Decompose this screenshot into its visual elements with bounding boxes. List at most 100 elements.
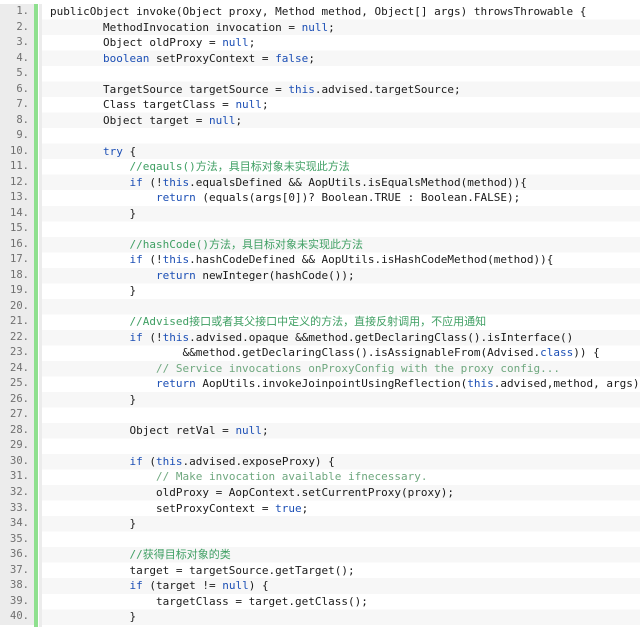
code-token: newInteger(hashCode());: [195, 268, 355, 282]
line-number: 6.: [16, 82, 29, 95]
line-number: 25.: [10, 377, 29, 390]
line-number: 2.: [16, 20, 29, 33]
code-line: Object target = null;: [50, 113, 640, 129]
code-scroll-area[interactable]: publicObject invoke(Object proxy, Method…: [42, 4, 640, 627]
keyword-token: null: [235, 423, 262, 437]
line-number: 12.: [10, 175, 29, 188]
line-number: 29.: [10, 439, 29, 452]
keyword-token: if: [129, 175, 143, 189]
code-token: setProxyContext =: [149, 51, 276, 65]
line-number: 31.: [10, 470, 29, 483]
line-number: 23.: [10, 346, 29, 359]
code-line: }: [50, 283, 640, 299]
code-line: publicObject invoke(Object proxy, Method…: [50, 4, 640, 20]
code-token: publicObject invoke(Object proxy, Method…: [50, 5, 587, 18]
keyword-token: try: [102, 144, 123, 158]
code-token: (!: [142, 330, 163, 344]
code-line: }: [50, 516, 640, 532]
code-token: MethodInvocation invocation =: [50, 20, 302, 34]
line-number: 15.: [10, 222, 29, 235]
code-line: boolean setProxyContext = false;: [50, 51, 640, 67]
line-number: 38.: [10, 579, 29, 592]
keyword-token: this: [155, 454, 183, 468]
code-line: return (equals(args[0])? Boolean.TRUE : …: [50, 190, 640, 206]
code-line: //hashCode()方法，具目标对象未实现此方法: [50, 237, 640, 253]
code-token: ;: [328, 20, 335, 34]
code-token: &&method.getDeclaringClass().isAssignabl…: [50, 346, 541, 360]
keyword-token: if: [129, 330, 143, 344]
code-token: .equalsDefined && AopUtils.isEqualsMetho…: [189, 175, 527, 189]
line-number: 37.: [10, 563, 29, 576]
comment-token: //hashCode()方法，具目标对象未实现此方法: [129, 237, 363, 251]
line-number: 4.: [16, 51, 29, 64]
code-token: Class targetClass =: [50, 98, 236, 112]
line-number: 39.: [10, 594, 29, 607]
code-token: .advised.exposeProxy) {: [182, 454, 335, 468]
comment-token: // Service invocations onProxyConfig wit…: [155, 361, 560, 375]
line-number: 14.: [10, 206, 29, 219]
code-line: }: [50, 609, 640, 625]
code-line: Object oldProxy = null;: [50, 35, 640, 51]
keyword-token: return: [155, 377, 196, 391]
code-token: }: [50, 284, 137, 298]
code-line: // Service invocations onProxyConfig wit…: [50, 361, 640, 377]
keyword-token: null: [208, 113, 236, 127]
code-token: }: [50, 206, 137, 220]
code-token: ;: [261, 98, 269, 112]
code-line: }: [50, 392, 640, 408]
keyword-token: null: [222, 579, 249, 593]
line-number: 17.: [10, 253, 29, 266]
code-token: ;: [261, 423, 269, 437]
code-token: Object target =: [50, 113, 209, 127]
line-number: 16.: [10, 237, 29, 250]
keyword-token: this: [288, 82, 315, 96]
line-number: 36.: [10, 548, 29, 561]
code-line: Object retVal = null;: [50, 423, 640, 439]
code-line: // Make invocation available ifnecessary…: [50, 469, 640, 485]
keyword-token: class: [540, 346, 574, 360]
keyword-token: if: [129, 579, 143, 593]
code-token: oldProxy = AopContext.setCurrentProxy(pr…: [50, 485, 454, 499]
code-token: )) {: [573, 346, 600, 360]
line-number: 22.: [10, 330, 29, 343]
keyword-token: return: [155, 191, 196, 205]
keyword-token: boolean: [102, 51, 150, 65]
code-token: .advised.targetSource;: [314, 82, 461, 96]
code-token: .hashCodeDefined && AopUtils.isHashCodeM…: [189, 253, 554, 267]
code-token: ;: [235, 113, 243, 127]
line-number: 1.: [16, 5, 29, 17]
line-number: 9.: [16, 129, 29, 142]
comment-token: //eqauls()方法，具目标对象未实现此方法: [129, 160, 350, 174]
line-number: 24.: [10, 361, 29, 374]
code-line: //eqauls()方法，具目标对象未实现此方法: [50, 159, 640, 175]
code-line: }: [50, 206, 640, 222]
code-line: if (!this.hashCodeDefined && AopUtils.is…: [50, 252, 640, 268]
code-line: Class targetClass = null;: [50, 97, 640, 113]
code-content[interactable]: publicObject invoke(Object proxy, Method…: [42, 4, 640, 625]
code-token: Object retVal =: [50, 423, 236, 437]
line-number: 13.: [10, 191, 29, 204]
code-line: setProxyContext = true;: [50, 501, 640, 517]
keyword-token: if: [129, 253, 143, 267]
line-number: 34.: [10, 517, 29, 530]
line-number: 35.: [10, 532, 29, 545]
code-token: }: [50, 517, 137, 531]
line-number: 20.: [10, 299, 29, 312]
code-token: ;: [308, 51, 315, 65]
line-number: 7.: [16, 98, 29, 111]
keyword-token: if: [129, 454, 143, 468]
line-number: 27.: [10, 408, 29, 421]
code-token: .advised.opaque &&method.getDeclaringCla…: [189, 330, 574, 344]
